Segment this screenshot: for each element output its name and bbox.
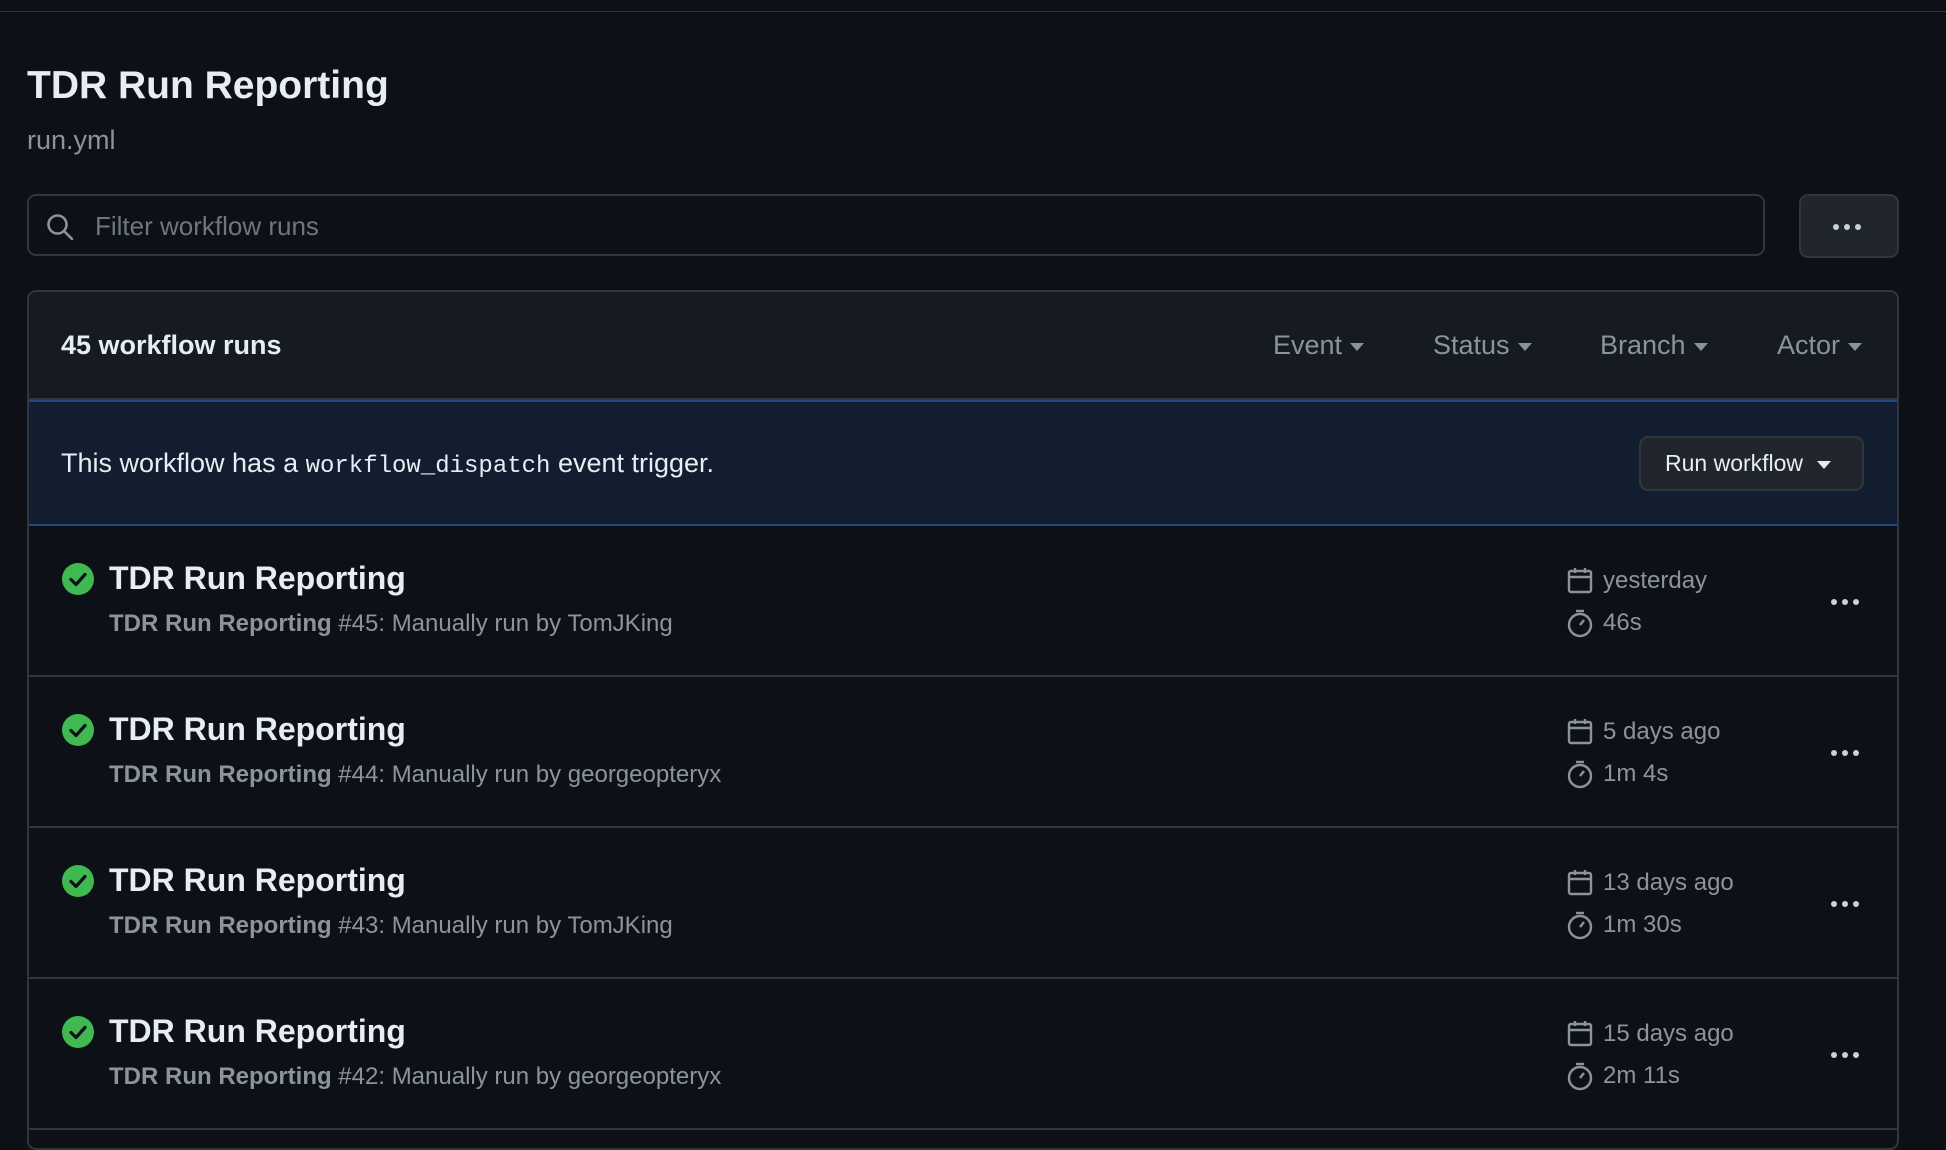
success-check-icon — [62, 714, 94, 746]
run-options-button[interactable] — [1823, 741, 1873, 765]
run-options-button[interactable] — [1823, 1043, 1873, 1067]
chevron-down-icon — [1817, 461, 1832, 469]
success-check-icon — [62, 865, 94, 897]
dispatch-message: This workflow has a workflow_dispatch ev… — [61, 448, 715, 480]
calendar-icon — [1567, 719, 1593, 745]
event-filter-label: Event — [1273, 330, 1343, 360]
workflow-run-row[interactable]: TDR Run Reporting TDR Run Reporting #44:… — [29, 677, 1897, 828]
run-title-link[interactable]: TDR Run Reporting — [109, 560, 406, 597]
workflow-run-row[interactable]: TDR Run Reporting TDR Run Reporting #45:… — [29, 526, 1897, 677]
status-filter-dropdown[interactable]: Status — [1433, 330, 1532, 361]
run-title-link[interactable]: TDR Run Reporting — [109, 1013, 406, 1050]
run-duration: 46s — [1565, 608, 1642, 638]
actor-filter-dropdown[interactable]: Actor — [1777, 330, 1863, 361]
branch-filter-label: Branch — [1600, 330, 1686, 360]
kebab-horizontal-icon — [1831, 599, 1859, 605]
run-options-button[interactable] — [1823, 892, 1873, 916]
search-icon — [47, 214, 74, 241]
workflow-file-name: run.yml — [27, 125, 116, 155]
success-check-icon — [62, 563, 94, 595]
stopwatch-icon — [1567, 911, 1593, 940]
chevron-down-icon — [1350, 343, 1365, 351]
run-count: 45 workflow runs — [61, 330, 282, 360]
run-duration: 2m 11s — [1565, 1061, 1680, 1091]
status-filter-label: Status — [1433, 330, 1510, 360]
success-check-icon — [62, 1016, 94, 1048]
run-title-link[interactable]: TDR Run Reporting — [109, 862, 406, 899]
workflow-run-row[interactable]: TDR Run Reporting TDR Run Reporting #43:… — [29, 828, 1897, 979]
page-title: TDR Run Reporting — [27, 64, 389, 107]
chevron-down-icon — [1517, 343, 1532, 351]
more-options-button[interactable] — [1799, 194, 1899, 258]
run-date: 13 days ago — [1565, 868, 1734, 898]
chevron-down-icon — [1848, 343, 1863, 351]
branch-filter-dropdown[interactable]: Branch — [1600, 330, 1708, 361]
stopwatch-icon — [1567, 760, 1593, 789]
run-options-button[interactable] — [1823, 590, 1873, 614]
calendar-icon — [1567, 568, 1593, 594]
actor-filter-label: Actor — [1777, 330, 1841, 360]
run-date: 15 days ago — [1565, 1019, 1734, 1049]
calendar-icon — [1567, 1021, 1593, 1047]
run-date: yesterday — [1565, 566, 1707, 596]
run-description: TDR Run Reporting #45: Manually run by T… — [109, 610, 673, 637]
kebab-horizontal-icon — [1831, 750, 1859, 756]
stopwatch-icon — [1567, 1062, 1593, 1091]
stopwatch-icon — [1567, 609, 1593, 638]
workflow-run-row[interactable]: TDR Run Reporting TDR Run Reporting #42:… — [29, 979, 1897, 1130]
kebab-horizontal-icon — [1831, 1052, 1859, 1058]
dispatch-banner: This workflow has a workflow_dispatch ev… — [29, 400, 1897, 526]
filter-runs-input[interactable] — [93, 204, 1737, 248]
filter-box — [27, 194, 1765, 256]
run-date: 5 days ago — [1565, 717, 1720, 747]
dispatch-event-code: workflow_dispatch — [305, 453, 551, 480]
top-divider — [0, 11, 1946, 12]
workflow-runs-panel: 45 workflow runs Event Status Branch Act… — [27, 290, 1899, 1150]
run-duration: 1m 4s — [1565, 759, 1668, 789]
calendar-icon — [1567, 870, 1593, 896]
kebab-horizontal-icon — [1833, 224, 1861, 230]
run-duration: 1m 30s — [1565, 910, 1682, 940]
run-description: TDR Run Reporting #44: Manually run by g… — [109, 761, 722, 788]
kebab-horizontal-icon — [1831, 901, 1859, 907]
runs-header: 45 workflow runs Event Status Branch Act… — [29, 292, 1897, 400]
run-title-link[interactable]: TDR Run Reporting — [109, 711, 406, 748]
event-filter-dropdown[interactable]: Event — [1273, 330, 1365, 361]
run-description: TDR Run Reporting #43: Manually run by T… — [109, 912, 673, 939]
run-workflow-label: Run workflow — [1665, 450, 1804, 476]
chevron-down-icon — [1693, 343, 1708, 351]
run-workflow-button[interactable]: Run workflow — [1639, 436, 1864, 491]
run-description: TDR Run Reporting #42: Manually run by g… — [109, 1063, 722, 1090]
